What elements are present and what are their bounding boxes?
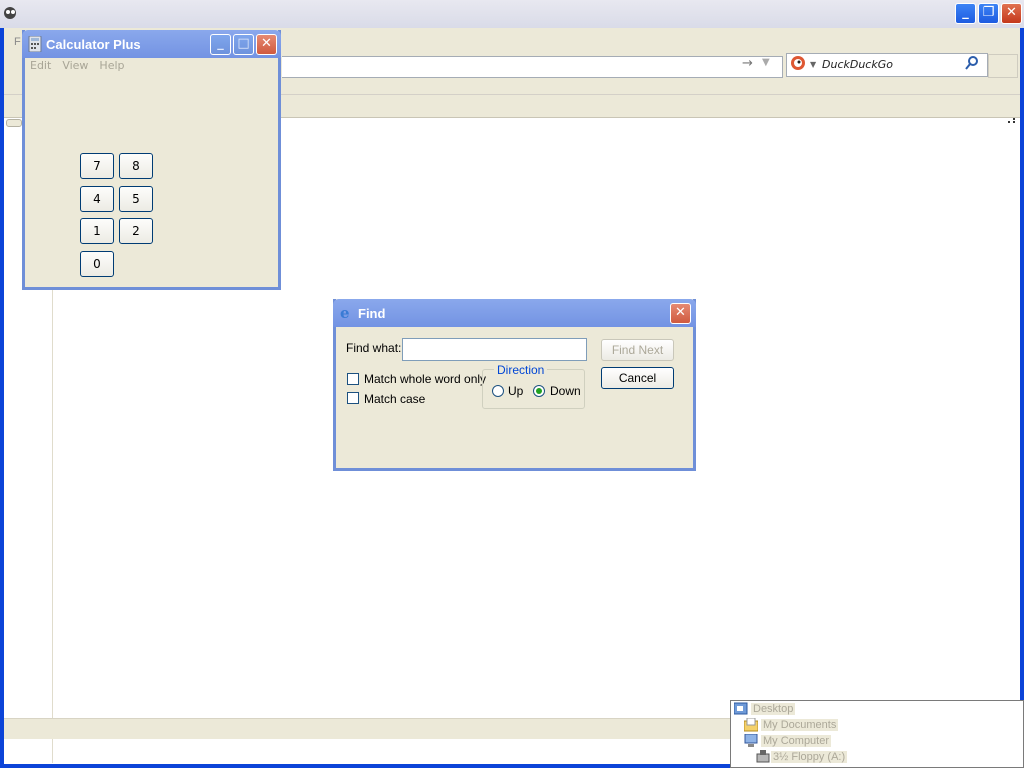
match-whole-word-checkbox[interactable]: [347, 373, 359, 385]
key-0-button[interactable]: 0: [80, 251, 114, 277]
search-icon[interactable]: [964, 55, 980, 71]
tree-item-my-computer[interactable]: My Computer: [761, 735, 832, 747]
desktop-icon: [733, 702, 748, 716]
cancel-button[interactable]: Cancel: [601, 367, 674, 389]
tree-item-desktop[interactable]: Desktop: [751, 703, 796, 715]
svg-text:e: e: [340, 305, 350, 321]
toolbar-button[interactable]: [988, 54, 1018, 78]
internet-explorer-icon: e: [339, 304, 353, 322]
calculator-menu-help[interactable]: Help: [99, 59, 124, 72]
match-case-label: Match case: [364, 392, 426, 406]
calculator-menu-view[interactable]: View: [62, 59, 88, 72]
find-dialog-close-button[interactable]: ✕: [670, 303, 691, 324]
sidebar-toggle-icon[interactable]: [6, 119, 22, 127]
key-4-button[interactable]: 4: [80, 186, 114, 212]
match-whole-word-label: Match whole word only: [364, 372, 487, 386]
calculator-close-button[interactable]: ✕: [256, 34, 277, 55]
match-case-checkbox[interactable]: [347, 392, 359, 404]
direction-down-label: Down: [550, 384, 581, 398]
url-dropdown-icon[interactable]: ▼: [762, 57, 770, 68]
my-computer-icon: [744, 733, 758, 748]
calculator-maximize-button[interactable]: □: [233, 34, 254, 55]
calculator-title: Calculator Plus: [46, 37, 141, 52]
calculator-minimize-button[interactable]: _: [210, 34, 231, 55]
key-1-button[interactable]: 1: [80, 218, 114, 244]
go-arrow-icon[interactable]: →: [742, 56, 753, 71]
search-engine-dropdown-icon[interactable]: ▼: [810, 60, 816, 69]
menu-file[interactable]: F: [14, 36, 21, 48]
key-7-button[interactable]: 7: [80, 153, 114, 179]
tree-item-floppy[interactable]: 3½ Floppy (A:): [771, 751, 848, 763]
tree-item-my-documents[interactable]: My Documents: [761, 719, 839, 731]
key-8-button[interactable]: 8: [119, 153, 153, 179]
direction-group-label: Direction: [494, 363, 548, 377]
resize-grip-icon[interactable]: [1008, 113, 1016, 123]
direction-up-label: Up: [508, 384, 524, 398]
key-5-button[interactable]: 5: [119, 186, 153, 212]
duckduckgo-icon[interactable]: [790, 55, 806, 71]
key-2-button[interactable]: 2: [119, 218, 153, 244]
calculator-icon: [28, 35, 42, 53]
find-what-label: Find what:: [346, 341, 402, 355]
my-documents-icon: [743, 717, 759, 732]
find-next-button[interactable]: Find Next: [601, 339, 674, 361]
browser-minimize-button[interactable]: _: [955, 3, 976, 24]
floppy-drive-icon: [756, 750, 770, 764]
find-dialog-title: Find: [358, 306, 386, 321]
find-dialog-title-bar[interactable]: [333, 299, 696, 327]
radio-selected-dot: [536, 388, 542, 394]
find-what-input[interactable]: [402, 338, 587, 361]
url-bar[interactable]: [282, 56, 783, 78]
calculator-menu-edit[interactable]: Edit: [30, 59, 51, 72]
direction-up-radio[interactable]: [492, 385, 504, 397]
browser-restore-button[interactable]: ❐: [978, 3, 999, 24]
browser-close-button[interactable]: ✕: [1001, 3, 1022, 24]
calculator-menu-bar: Edit View Help: [25, 58, 278, 76]
firefox-icon: [2, 5, 18, 21]
browser-title-bar[interactable]: [0, 0, 1024, 28]
search-engine-name: DuckDuckGo: [822, 58, 893, 71]
direction-down-radio[interactable]: [533, 385, 545, 397]
